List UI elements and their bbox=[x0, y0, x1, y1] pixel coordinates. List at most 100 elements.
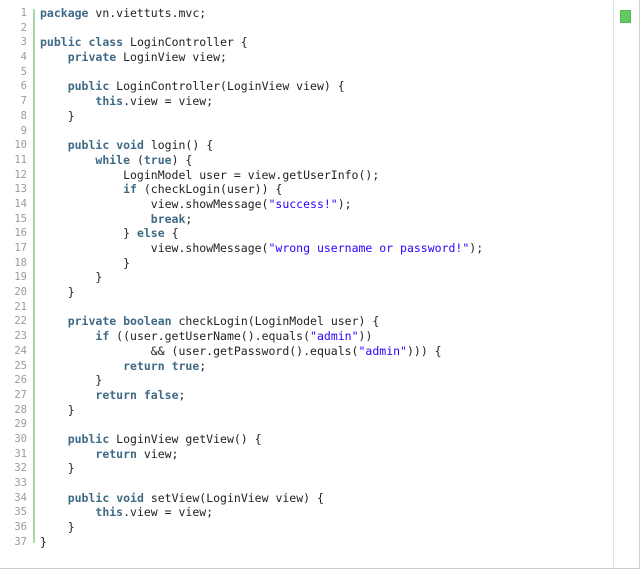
code-line[interactable]: private boolean checkLogin(LoginModel us… bbox=[40, 314, 613, 329]
line-number: 17 bbox=[14, 242, 27, 254]
code-line[interactable]: return true; bbox=[40, 359, 613, 374]
code-line[interactable]: } bbox=[40, 461, 613, 476]
line-number: 37 bbox=[14, 535, 27, 548]
code-line[interactable]: view.showMessage("success!"); bbox=[40, 197, 613, 212]
code-line[interactable] bbox=[40, 124, 613, 139]
code-line[interactable]: return false; bbox=[40, 388, 613, 403]
code-token-string: "admin" bbox=[310, 329, 359, 344]
code-line[interactable]: public LoginController(LoginView view) { bbox=[40, 79, 613, 94]
code-line[interactable]: package vn.viettuts.mvc; bbox=[40, 6, 613, 21]
line-number: 16 bbox=[14, 227, 27, 240]
code-token-plain: } bbox=[40, 255, 131, 270]
line-number: 3 bbox=[20, 36, 27, 49]
code-line[interactable]: private LoginView view; bbox=[40, 50, 613, 65]
line-number: 5 bbox=[20, 65, 27, 78]
line-number: 4 bbox=[20, 51, 27, 64]
line-number: 36 bbox=[14, 521, 27, 534]
code-token-plain: } bbox=[40, 373, 103, 388]
code-line[interactable]: public LoginView getView() { bbox=[40, 432, 613, 447]
code-line[interactable]: if ((user.getUserName().equals("admin")) bbox=[40, 329, 613, 344]
code-token-plain: } bbox=[40, 108, 75, 123]
line-number: 9 bbox=[20, 124, 27, 137]
code-token-plain: } bbox=[40, 461, 75, 476]
code-line[interactable]: } bbox=[40, 285, 613, 300]
code-token-plain: } bbox=[40, 285, 75, 300]
code-token-keyword: void bbox=[116, 490, 144, 505]
code-line[interactable] bbox=[40, 300, 613, 315]
code-line[interactable]: if (checkLogin(user)) { bbox=[40, 182, 613, 197]
code-token-plain: ; bbox=[178, 387, 186, 402]
code-line[interactable]: && (user.getPassword().equals("admin")))… bbox=[40, 344, 613, 359]
code-token-plain: setView(LoginView view) { bbox=[143, 490, 324, 505]
code-line[interactable]: } bbox=[40, 256, 613, 271]
code-token-plain: LoginModel user = view.getUserInfo(); bbox=[40, 167, 380, 182]
line-number: 11 bbox=[14, 153, 27, 166]
code-line[interactable]: public void login() { bbox=[40, 138, 613, 153]
code-token-keyword: return bbox=[95, 446, 137, 461]
code-token-plain: ; bbox=[199, 358, 207, 373]
code-token-keyword: this bbox=[95, 505, 124, 520]
code-token-plain: view.showMessage( bbox=[40, 196, 269, 211]
line-number: 25 bbox=[14, 359, 27, 372]
line-number: 8 bbox=[20, 109, 27, 122]
code-token-plain: LoginController { bbox=[123, 35, 248, 50]
code-token-plain: } bbox=[40, 226, 137, 241]
code-token-plain: ; bbox=[185, 211, 193, 226]
code-line[interactable]: } bbox=[40, 109, 613, 124]
line-number: 2 bbox=[20, 21, 27, 34]
line-number: 10 bbox=[14, 139, 27, 152]
code-line[interactable]: while (true) { bbox=[40, 153, 613, 168]
line-number: 22 bbox=[14, 315, 27, 328]
line-number: 23 bbox=[14, 330, 27, 343]
code-text-area[interactable]: package vn.viettuts.mvc; public class Lo… bbox=[40, 0, 613, 568]
code-line[interactable]: this.view = view; bbox=[40, 505, 613, 520]
line-number: 18 bbox=[14, 256, 27, 269]
code-token-plain: } bbox=[40, 520, 75, 535]
code-token-keyword: void bbox=[116, 138, 144, 153]
code-line[interactable]: public class LoginController { bbox=[40, 35, 613, 50]
line-number: 24 bbox=[14, 344, 27, 357]
code-token-plain: .view = view; bbox=[123, 94, 214, 109]
code-line[interactable]: } else { bbox=[40, 226, 613, 241]
code-line[interactable]: return view; bbox=[40, 447, 613, 462]
code-line[interactable]: } bbox=[40, 520, 613, 535]
line-number-gutter[interactable]: 1 2 3 4 5 6 7 8 9 10 11 12 13 14 15 16 17 18 19 20 21 22 23 24 2… bbox=[0, 0, 33, 568]
line-number: 20 bbox=[14, 286, 27, 299]
code-token-keyword: public bbox=[67, 79, 110, 94]
code-line[interactable]: } bbox=[40, 535, 613, 550]
overview-ruler[interactable] bbox=[613, 0, 639, 568]
code-token-keyword: break bbox=[150, 211, 186, 226]
code-token-keyword: public bbox=[40, 35, 82, 50]
code-line[interactable] bbox=[40, 65, 613, 80]
code-token-string: "success!" bbox=[268, 196, 338, 211]
code-line[interactable]: break; bbox=[40, 212, 613, 227]
no-errors-marker-icon[interactable] bbox=[620, 10, 631, 23]
code-line[interactable]: view.showMessage("wrong username or pass… bbox=[40, 241, 613, 256]
line-number: 1 bbox=[20, 7, 27, 19]
code-line[interactable]: this.view = view; bbox=[40, 94, 613, 109]
code-line[interactable]: } bbox=[40, 403, 613, 418]
code-token-keyword: true bbox=[143, 152, 172, 167]
code-line[interactable]: LoginModel user = view.getUserInfo(); bbox=[40, 168, 613, 183]
code-line[interactable] bbox=[40, 21, 613, 36]
code-line[interactable] bbox=[40, 417, 613, 432]
code-line[interactable] bbox=[40, 476, 613, 491]
code-token-plain: LoginView getView() { bbox=[109, 431, 262, 446]
code-line[interactable]: public void setView(LoginView view) { bbox=[40, 491, 613, 506]
code-line[interactable]: } bbox=[40, 270, 613, 285]
line-number: 35 bbox=[14, 506, 27, 519]
code-token-keyword: if bbox=[95, 329, 110, 344]
code-token-keyword: return bbox=[95, 387, 137, 402]
line-number: 27 bbox=[14, 388, 27, 401]
code-token-plain: } bbox=[40, 534, 47, 549]
code-token-plain: ))) { bbox=[406, 343, 442, 358]
line-number: 26 bbox=[14, 374, 27, 387]
code-line[interactable]: } bbox=[40, 373, 613, 388]
code-token-keyword: while bbox=[95, 152, 131, 167]
